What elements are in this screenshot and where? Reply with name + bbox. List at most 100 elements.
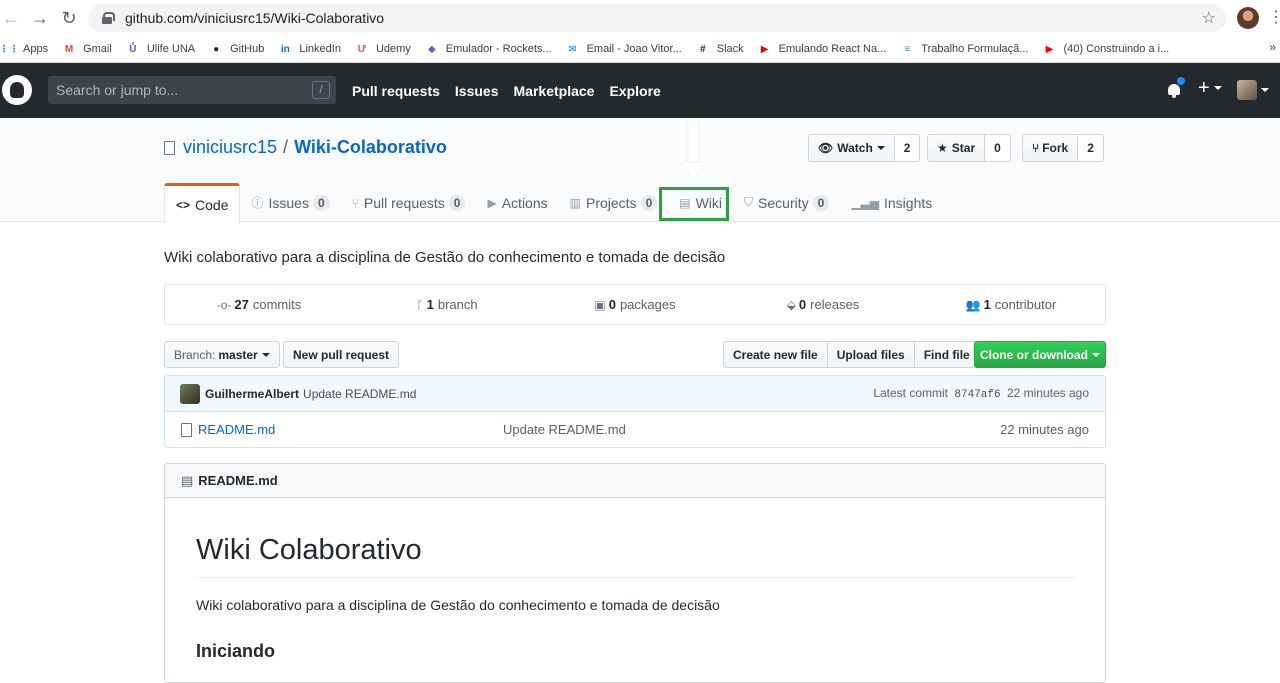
tab-pull-requests[interactable]: ⑂ Pull requests 0 [341,183,477,222]
repo-name-link[interactable]: Wiki-Colaborativo [294,137,447,158]
bookmark-favicon-icon: in [280,43,290,55]
tab-actions[interactable]: ▶ Actions [476,183,558,222]
star-count[interactable]: 0 [985,134,1011,162]
bookmark-label: LinkedIn [299,43,341,55]
summary-commits[interactable]: -o- 27 commits [165,285,353,324]
bookmark-item[interactable]: ▶ (40) Construindo a i... [1042,42,1170,56]
commit-message[interactable]: Update README.md [303,387,416,401]
browser-profile-avatar[interactable] [1237,7,1259,29]
bookmark-favicon-icon: Ư [357,43,367,55]
bookmark-item[interactable]: ⋮⋮ Apps [0,42,48,56]
forward-arrow-icon[interactable]: → [29,7,51,29]
watch-button[interactable]: 👁 Watch [808,134,895,162]
nav-issues[interactable]: Issues [455,83,499,99]
summary-packages[interactable]: ▣ 0 packages [541,285,729,324]
commit-author[interactable]: GuilhermeAlbert [205,387,299,401]
clone-caret-icon [1092,352,1100,361]
reload-icon[interactable]: ↻ [58,7,80,29]
bookmark-item[interactable]: ✉ Email - Joao Vitor... [566,42,682,56]
url-text[interactable]: github.com/viniciusrc15/Wiki-Colaborativ… [125,10,384,26]
bookmark-star-icon[interactable]: ☆ [1202,8,1216,28]
contributor-icon: 👥 [965,297,981,312]
tab-issues[interactable]: ⓘ Issues 0 [240,183,340,222]
eye-icon: 👁 [818,141,834,155]
latest-commit-label: Latest commit [873,386,949,400]
summary-value: 1 [426,297,434,312]
upload-files-button[interactable]: Upload files [826,341,915,368]
bookmark-label: Gmail [83,43,112,55]
search-input[interactable]: Search or jump to... / [48,76,336,104]
unread-indicator [1177,77,1185,85]
file-age: 22 minutes ago [1000,422,1089,437]
browser-toolbar: ← → ↻ github.com/viniciusrc15/Wiki-Colab… [0,0,1280,36]
branch-select-button[interactable]: Branch: master [164,341,280,368]
bookmark-favicon-icon: # [699,43,706,55]
commit-sha[interactable]: 8747af6 [954,389,1000,401]
tab-wiki[interactable]: ▤ Wiki [668,183,733,222]
tab-label: Wiki [695,194,723,211]
new-pull-request-button[interactable]: New pull request [283,341,400,368]
bookmark-item[interactable]: in LinkedIn [278,42,341,56]
tab-security[interactable]: ⛉ Security 0 [733,183,840,222]
watch-count[interactable]: 2 [894,134,921,162]
summary-branch[interactable]: ᚴ 1 branch [353,285,541,324]
tab-label: Actions [501,194,548,211]
bookmark-item[interactable]: Ư Udemy [355,42,411,56]
summary-contributor[interactable]: 👥 1 contributor [917,285,1105,324]
user-menu-caret-icon[interactable] [1261,88,1269,96]
create-new-caret-icon[interactable] [1214,86,1222,94]
star-button[interactable]: ★ Star [927,134,986,162]
summary-label: packages [619,297,676,312]
bookmark-label: (40) Construindo a i... [1063,43,1170,55]
bookmark-item[interactable]: M Gmail [62,42,112,56]
bookmark-item[interactable]: Ů Ulife UNA [126,42,195,56]
tab-label: Projects [585,194,637,211]
tab-label: Insights [884,194,933,211]
nav-marketplace[interactable]: Marketplace [514,83,595,99]
fork-count[interactable]: 2 [1078,134,1104,162]
file-actions-group: Create new file Upload files Find file [723,341,980,368]
clone-or-download-button[interactable]: Clone or download [974,341,1106,368]
packages-icon: ▣ [594,297,606,312]
file-navigation: Branch: master New pull request Create n… [164,341,1106,368]
bookmark-label: Email - Joao Vitor... [586,43,682,55]
star-label: Star [951,141,976,155]
file-name-link[interactable]: README.md [198,422,275,437]
readme-header: ▤ README.md [165,464,1105,498]
bookmark-item[interactable]: ▶ Emulando React Na... [758,42,886,56]
repo-owner-link[interactable]: viniciusrc15 [183,137,277,158]
bookmark-favicon-icon: ◆ [427,43,436,55]
bookmark-item[interactable]: ● GitHub [209,42,264,56]
readme-heading: Wiki Colaborativo [196,534,422,566]
bookmarks-bar: ⋮⋮ Apps M Gmail Ů Ulife UNA ● GitHub in LinkedIn Ư… [0,36,1280,63]
create-new-icon[interactable]: + [1198,77,1210,100]
tab-insights[interactable]: ▁▃▅ Insights [840,183,943,222]
bookmarks-overflow-icon[interactable]: » [1269,40,1276,54]
tab-code[interactable]: <> Code [164,183,241,223]
github-logo-icon[interactable] [2,75,32,105]
bookmark-label: Trabalho Formulaçã... [921,43,1029,55]
bookmark-item[interactable]: # Slack [696,42,744,56]
browser-menu-icon[interactable]: ⋮ [1268,8,1280,28]
file-commit-message[interactable]: Update README.md [503,422,626,437]
tab-projects[interactable]: ▥ Projects 0 [559,183,669,222]
bookmark-item[interactable]: ◆ Emulador - Rockets... [425,42,552,56]
summary-releases[interactable]: ⬙ 0 releases [729,285,917,324]
tab-label: Security [758,194,809,211]
find-file-button[interactable]: Find file [913,341,980,368]
tab-counter: 0 [312,194,330,211]
repo-title: viniciusrc15 / Wiki-Colaborativo [164,137,447,158]
back-arrow-icon[interactable]: ← [0,7,22,29]
commit-author-avatar[interactable] [180,383,200,404]
tab-counter: 0 [640,194,658,211]
fork-button[interactable]: ⑂ Fork [1022,134,1079,162]
tab-icon: ⛉ [744,195,754,209]
user-avatar[interactable] [1237,80,1257,100]
address-bar[interactable]: github.com/viniciusrc15/Wiki-Colaborativ… [88,4,1226,32]
create-new-file-button[interactable]: Create new file [723,341,828,368]
nav-pull-requests[interactable]: Pull requests [352,83,440,99]
nav-explore[interactable]: Explore [609,83,660,99]
summary-value: 1 [983,297,991,312]
bookmark-item[interactable]: ≡ Trabalho Formulaçã... [900,42,1028,56]
branch-prefix: Branch: [174,347,216,362]
